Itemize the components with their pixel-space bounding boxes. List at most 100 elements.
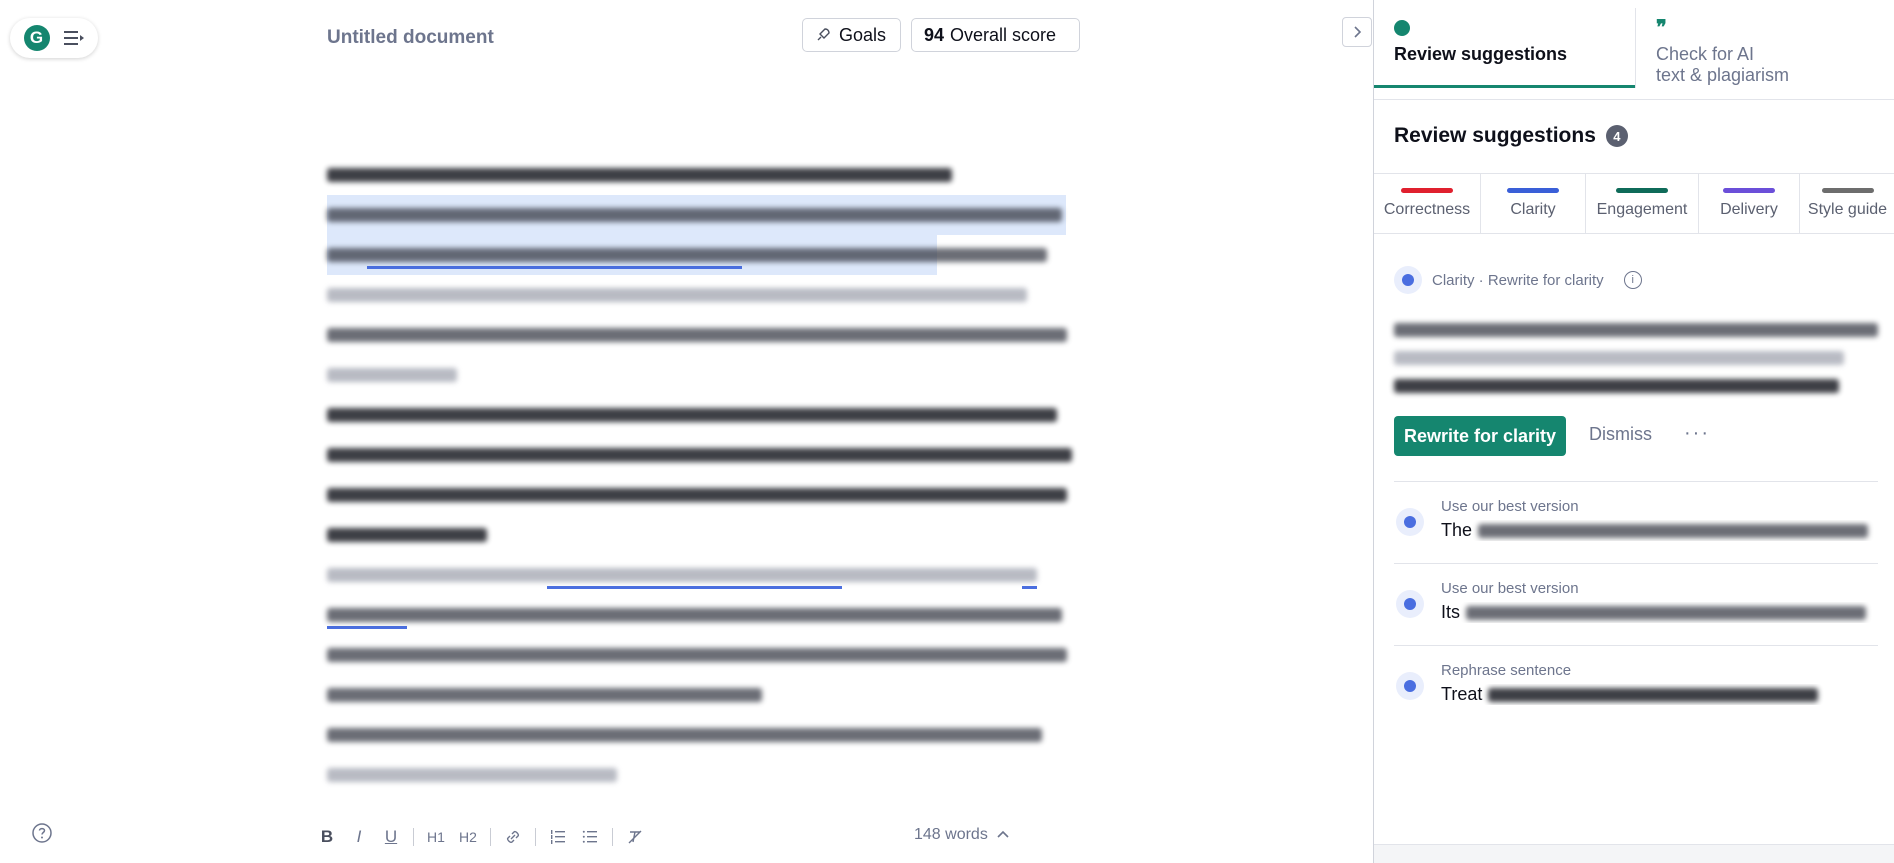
text-line xyxy=(327,595,1072,635)
tab-ai-label-line1: Check for AI xyxy=(1656,44,1755,64)
text-line xyxy=(327,195,1072,235)
text-line xyxy=(327,475,1072,515)
category-label: Style guide xyxy=(1807,201,1888,218)
tab-check-ai[interactable]: ❞ Check for AI text & plagiarism xyxy=(1636,0,1894,88)
category-bar xyxy=(1401,188,1453,193)
clear-format-icon xyxy=(628,830,642,844)
category-bar xyxy=(1821,188,1874,193)
toolbar-divider xyxy=(612,828,613,846)
clarity-icon xyxy=(1396,508,1424,536)
text-line xyxy=(327,715,1072,755)
alternative-text-start: Treat xyxy=(1441,684,1483,704)
document-title[interactable]: Untitled document xyxy=(327,27,494,49)
clarity-icon xyxy=(1396,672,1424,700)
document-editor[interactable] xyxy=(327,155,1072,795)
alternative-text: The xyxy=(1441,520,1878,541)
category-label: Clarity xyxy=(1510,201,1556,218)
toolbar-divider xyxy=(413,828,414,846)
text-line xyxy=(327,555,1072,595)
text-line xyxy=(327,675,1072,715)
ordered-list-button[interactable] xyxy=(544,823,572,851)
heading2-label: H2 xyxy=(459,829,477,845)
category-tabs: Correctness Clarity Engagement Delivery … xyxy=(1374,173,1894,234)
text-line xyxy=(327,395,1072,435)
suggestion-preview-text xyxy=(1394,316,1878,400)
tab-ai-label-line2: text & plagiarism xyxy=(1656,65,1790,85)
list-item[interactable]: Use our best version Its xyxy=(1394,563,1878,644)
list-item[interactable]: Use our best version The xyxy=(1394,481,1878,562)
category-delivery[interactable]: Delivery xyxy=(1699,174,1800,233)
goals-button[interactable]: Goals xyxy=(802,18,901,52)
category-bar xyxy=(1507,188,1559,193)
underline-label: U xyxy=(384,827,398,846)
panel-footer xyxy=(1374,844,1894,863)
clear-format-button[interactable] xyxy=(621,823,649,851)
alternative-label: Use our best version xyxy=(1441,498,1579,515)
collapse-panel-button[interactable] xyxy=(1342,17,1372,47)
text-line xyxy=(327,235,1072,275)
text-line xyxy=(327,315,1072,355)
list-item[interactable]: Rephrase sentence Treat xyxy=(1394,645,1878,726)
text-line xyxy=(327,515,1072,555)
review-suggestions-heading: Review suggestions 4 xyxy=(1394,124,1628,148)
suggestions-panel: Review suggestions ❞ Check for AI text &… xyxy=(1373,0,1894,863)
italic-label: I xyxy=(356,827,362,846)
underline-button[interactable]: U xyxy=(377,823,405,851)
heading2-button[interactable]: H2 xyxy=(454,823,482,851)
text-line xyxy=(327,635,1072,675)
panel-divider xyxy=(1374,99,1894,100)
text-line xyxy=(327,275,1072,315)
text-line xyxy=(327,755,1072,795)
word-count-label: 148 words xyxy=(914,826,988,843)
text-line xyxy=(327,355,1072,395)
alternative-text: Treat xyxy=(1441,684,1878,705)
category-correctness[interactable]: Correctness xyxy=(1374,174,1481,233)
app-logo-pill: G xyxy=(10,18,98,58)
ordered-list-icon xyxy=(551,830,565,844)
help-icon[interactable] xyxy=(31,822,53,844)
more-options-button[interactable]: ··· xyxy=(1684,422,1710,445)
category-label: Correctness xyxy=(1383,201,1471,218)
rewrite-for-clarity-button[interactable]: Rewrite for clarity xyxy=(1394,416,1567,456)
italic-button[interactable]: I xyxy=(345,823,373,851)
alternative-text-start: The xyxy=(1441,520,1473,540)
suggestion-count-badge: 4 xyxy=(1605,125,1628,147)
clarity-icon xyxy=(1396,590,1424,618)
text-line xyxy=(327,155,1072,195)
alternative-label: Use our best version xyxy=(1441,580,1579,597)
category-clarity[interactable]: Clarity xyxy=(1481,174,1586,233)
overall-score-button[interactable]: 94 Overall score xyxy=(911,18,1080,52)
suggestion-card-meta: Clarity · Rewrite for clarity i xyxy=(1394,266,1642,294)
tab-review-label: Review suggestions xyxy=(1394,44,1568,64)
goals-label: Goals xyxy=(839,24,887,45)
toolbar-divider xyxy=(490,828,491,846)
tab-review-suggestions[interactable]: Review suggestions xyxy=(1374,0,1635,88)
category-bar xyxy=(1723,188,1775,193)
text-line xyxy=(327,435,1072,475)
score-label: Overall score xyxy=(950,24,1057,45)
link-icon xyxy=(506,830,520,844)
bullet-list-button[interactable] xyxy=(576,823,604,851)
dismiss-button[interactable]: Dismiss xyxy=(1589,424,1652,445)
heading1-label: H1 xyxy=(427,829,445,845)
heading-label: Review suggestions xyxy=(1394,124,1596,147)
menu-icon[interactable] xyxy=(61,26,85,50)
link-button[interactable] xyxy=(499,823,527,851)
word-count[interactable]: 148 words xyxy=(914,826,1010,844)
category-label: Engagement xyxy=(1596,201,1688,218)
grammarly-logo-icon[interactable]: G xyxy=(23,25,50,51)
bold-label: B xyxy=(320,827,334,846)
category-engagement[interactable]: Engagement xyxy=(1586,174,1699,233)
score-value: 94 xyxy=(924,24,945,45)
category-style-guide[interactable]: Style guide xyxy=(1800,174,1894,233)
bold-button[interactable]: B xyxy=(313,823,341,851)
formatting-toolbar: B I U H1 H2 xyxy=(313,822,649,852)
chevron-right-icon xyxy=(1354,26,1362,38)
clarity-icon xyxy=(1394,266,1422,294)
grammarly-small-icon xyxy=(1394,20,1410,36)
info-icon[interactable]: i xyxy=(1623,271,1642,289)
alternative-text-start: Its xyxy=(1441,602,1461,622)
card-meta-label: Clarity · Rewrite for clarity xyxy=(1432,271,1604,289)
heading1-button[interactable]: H1 xyxy=(422,823,450,851)
alternative-label: Rephrase sentence xyxy=(1441,662,1572,679)
